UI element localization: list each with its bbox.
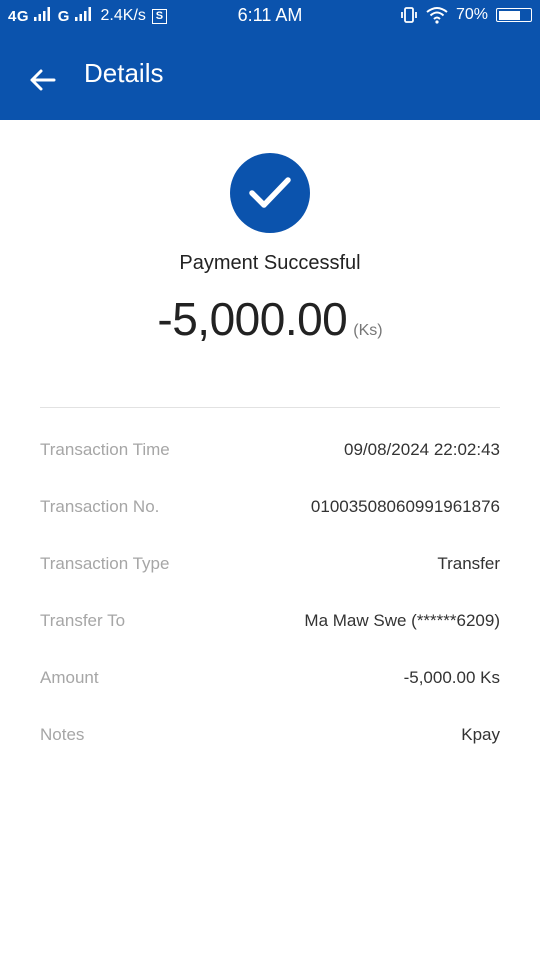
status-bar-right: 70% (400, 6, 532, 24)
app-bar: Details (0, 40, 540, 120)
back-button[interactable] (22, 60, 62, 100)
wifi-icon (426, 7, 448, 24)
amount-unit: (Ks) (353, 322, 383, 339)
battery-percent: 70% (455, 6, 488, 23)
detail-label: Notes (40, 725, 85, 744)
vibrate-icon (401, 7, 417, 23)
payment-status: Payment Successful (179, 252, 361, 274)
battery-body (496, 8, 532, 22)
detail-label: Transfer To (40, 611, 126, 630)
payment-amount: -5,000.00 (Ks) (0, 292, 540, 346)
divider (40, 407, 500, 408)
detail-row-transaction-time: Transaction Time 09/08/2024 22:02:43 (40, 430, 500, 487)
battery-icon (496, 8, 532, 22)
detail-value: 01003508060991961876 (310, 497, 500, 516)
transaction-details: Transaction Time 09/08/2024 22:02:43 Tra… (40, 430, 500, 772)
detail-row-transaction-type: Transaction Type Transfer (40, 544, 500, 601)
checkmark-icon (249, 177, 291, 208)
detail-row-transfer-to: Transfer To Ma Maw Swe (******6209) (40, 601, 500, 658)
detail-value: Kpay (461, 725, 500, 744)
detail-value: Transfer (437, 554, 500, 573)
status-bar: 4G G 2.4K/s S 6:11 AM 70% (0, 0, 540, 32)
amount-value: -5,000.00 (157, 293, 348, 345)
battery-level (498, 10, 521, 20)
detail-label: Transaction No. (40, 497, 160, 516)
detail-row-notes: Notes Kpay (40, 715, 500, 772)
detail-label: Amount (40, 668, 99, 687)
arrow-back-icon (30, 69, 56, 91)
detail-row-transaction-no: Transaction No. 01003508060991961876 (40, 487, 500, 544)
detail-value: 09/08/2024 22:02:43 (344, 440, 500, 459)
header: 4G G 2.4K/s S 6:11 AM 70% Details (0, 0, 540, 120)
page-title: Details (84, 58, 164, 88)
detail-value: Ma Maw Swe (******6209) (304, 611, 500, 630)
detail-row-amount: Amount -5,000.00 Ks (40, 658, 500, 715)
success-icon (230, 153, 310, 233)
detail-value: -5,000.00 Ks (403, 668, 500, 687)
detail-label: Transaction Time (40, 440, 170, 459)
detail-label: Transaction Type (40, 554, 170, 573)
